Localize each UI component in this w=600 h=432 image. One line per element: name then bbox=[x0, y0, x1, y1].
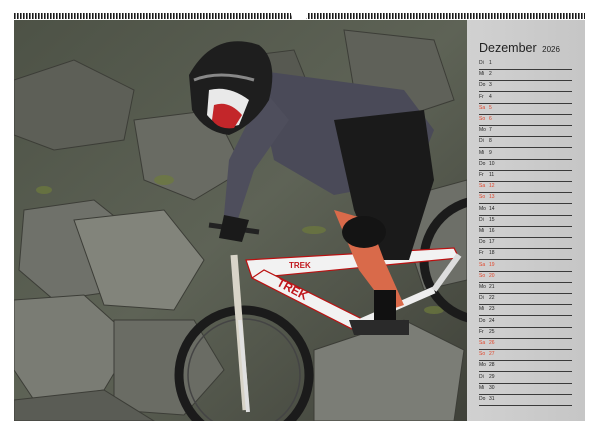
weekday-label: So bbox=[479, 351, 486, 358]
day-number: 2 bbox=[489, 71, 492, 78]
day-number: 28 bbox=[489, 362, 495, 369]
day-number: 20 bbox=[489, 272, 495, 279]
day-row: So 6 bbox=[479, 114, 572, 126]
day-number: 3 bbox=[489, 82, 492, 89]
day-row: Do 24 bbox=[479, 316, 572, 328]
day-number: 29 bbox=[489, 373, 495, 380]
weekday-label: Do bbox=[479, 160, 486, 167]
day-number: 1 bbox=[489, 60, 492, 66]
day-number: 27 bbox=[489, 351, 495, 358]
weekday-label: Do bbox=[479, 396, 486, 402]
calendar-panel: Dezember 2026 Di 1 Mi 2 Do 3 Fr 4 Sa 5 So 6 Mo 7 Di 8 Mi… bbox=[467, 20, 585, 421]
weekday-label: Mi bbox=[479, 228, 485, 234]
day-row: Di 1 bbox=[479, 58, 572, 70]
weekday-label: So bbox=[479, 272, 486, 279]
day-number: 17 bbox=[489, 239, 495, 246]
weekday-label: Sa bbox=[479, 104, 486, 111]
day-number: 8 bbox=[489, 138, 492, 145]
weekday-label: Mo bbox=[479, 205, 486, 212]
day-row: Fr 18 bbox=[479, 248, 572, 261]
weekday-label: Mi bbox=[479, 71, 485, 78]
day-number: 13 bbox=[489, 194, 495, 201]
weekday-label: Mo bbox=[479, 127, 486, 134]
day-number: 12 bbox=[489, 183, 495, 190]
day-row: Mo 21 bbox=[479, 282, 572, 294]
day-number: 31 bbox=[489, 396, 495, 402]
day-number: 19 bbox=[489, 261, 495, 268]
frame-logo: TREK bbox=[289, 261, 311, 270]
day-number: 30 bbox=[489, 384, 495, 391]
day-number: 23 bbox=[489, 306, 495, 313]
day-row: Di 22 bbox=[479, 293, 572, 306]
weekday-label: Do bbox=[479, 239, 486, 246]
weekday-label: Fr bbox=[479, 172, 484, 178]
weekday-label: Fr bbox=[479, 93, 484, 100]
day-row: Fr 25 bbox=[479, 327, 572, 339]
day-number: 25 bbox=[489, 328, 495, 335]
weekday-label: Sa bbox=[479, 183, 486, 190]
day-row: Mi 30 bbox=[479, 383, 572, 395]
day-row: Sa 5 bbox=[479, 103, 572, 115]
day-number: 21 bbox=[489, 284, 495, 290]
day-row: Fr 11 bbox=[479, 170, 572, 182]
day-number: 6 bbox=[489, 116, 492, 122]
day-row: So 20 bbox=[479, 271, 572, 283]
month-title: Dezember 2026 bbox=[479, 41, 560, 55]
year-label: 2026 bbox=[542, 45, 560, 54]
day-row: Mi 23 bbox=[479, 304, 572, 317]
weekday-label: Sa bbox=[479, 340, 486, 346]
day-row: Do 10 bbox=[479, 159, 572, 171]
day-number: 9 bbox=[489, 149, 492, 156]
day-row: So 13 bbox=[479, 192, 572, 205]
day-number: 26 bbox=[489, 340, 495, 346]
weekday-label: Fr bbox=[479, 250, 484, 257]
day-row: Fr 4 bbox=[479, 92, 572, 104]
weekday-label: Mi bbox=[479, 384, 485, 391]
day-number: 5 bbox=[489, 104, 492, 111]
weekday-label: Di bbox=[479, 216, 484, 223]
day-row: Do 17 bbox=[479, 237, 572, 250]
weekday-label: Mi bbox=[479, 306, 485, 313]
weekday-label: Do bbox=[479, 82, 486, 89]
day-number: 4 bbox=[489, 93, 492, 100]
day-number: 11 bbox=[489, 172, 495, 178]
day-row: Mi 16 bbox=[479, 226, 572, 238]
day-number: 22 bbox=[489, 295, 495, 302]
day-row: Sa 12 bbox=[479, 181, 572, 194]
weekday-label: Di bbox=[479, 373, 484, 380]
weekday-label: Fr bbox=[479, 328, 484, 335]
day-row: Mi 9 bbox=[479, 148, 572, 160]
day-row: So 27 bbox=[479, 349, 572, 362]
day-row: Do 31 bbox=[479, 394, 572, 406]
day-row: Mi 2 bbox=[479, 69, 572, 82]
day-row: Mo 14 bbox=[479, 204, 572, 216]
day-row: Di 8 bbox=[479, 136, 572, 149]
weekday-label: Sa bbox=[479, 261, 486, 268]
day-row: Sa 26 bbox=[479, 338, 572, 350]
month-name: Dezember bbox=[479, 41, 537, 55]
day-number: 16 bbox=[489, 228, 495, 234]
day-number: 15 bbox=[489, 216, 495, 223]
mountain-bike-photo: TREK TREK bbox=[14, 20, 467, 421]
weekday-label: Mo bbox=[479, 362, 486, 369]
day-row: Mo 7 bbox=[479, 125, 572, 138]
day-row: Sa 19 bbox=[479, 260, 572, 272]
day-row: Mo 28 bbox=[479, 360, 572, 373]
day-number: 24 bbox=[489, 317, 495, 324]
day-row: Do 3 bbox=[479, 80, 572, 93]
weekday-label: Di bbox=[479, 295, 484, 302]
weekday-label: Di bbox=[479, 60, 484, 66]
weekday-label: Do bbox=[479, 317, 486, 324]
day-row: Di 15 bbox=[479, 215, 572, 227]
day-number: 10 bbox=[489, 160, 495, 167]
day-number: 18 bbox=[489, 250, 495, 257]
day-number: 14 bbox=[489, 205, 495, 212]
day-row: Di 29 bbox=[479, 372, 572, 384]
weekday-label: So bbox=[479, 116, 486, 122]
weekday-label: So bbox=[479, 194, 486, 201]
weekday-label: Mi bbox=[479, 149, 485, 156]
day-number: 7 bbox=[489, 127, 492, 134]
weekday-label: Di bbox=[479, 138, 484, 145]
weekday-label: Mo bbox=[479, 284, 486, 290]
